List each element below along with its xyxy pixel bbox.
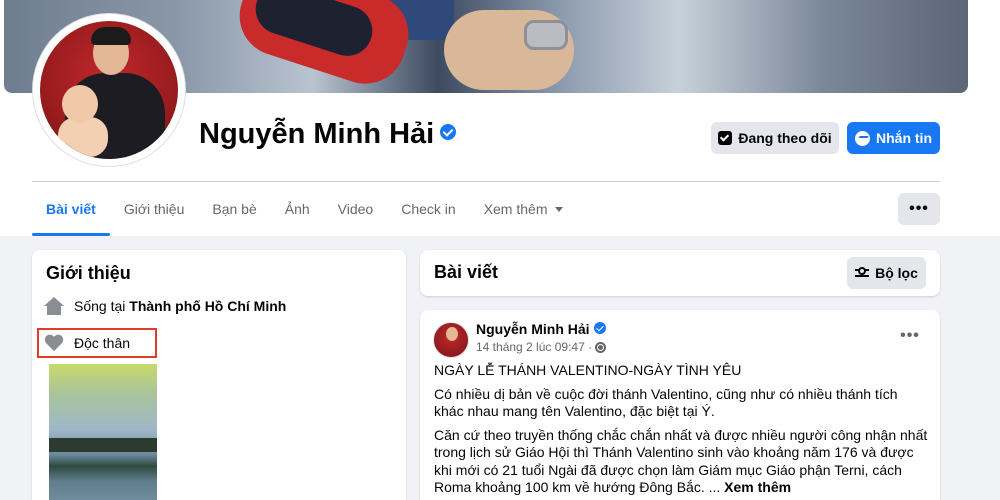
posts-header-card: Bài viết Bộ lọc <box>420 250 940 296</box>
intro-featured-photo[interactable] <box>49 364 157 500</box>
following-button-label: Đang theo dõi <box>738 130 832 146</box>
photo-shoreline <box>49 438 157 452</box>
intro-lives-in: Sống tại Thành phố Hồ Chí Minh <box>44 294 286 318</box>
filter-icon <box>855 267 870 279</box>
avatar-baby-head <box>62 85 98 123</box>
verified-badge-icon <box>593 322 606 335</box>
globe-icon <box>595 341 607 353</box>
tab-posts-label: Bài viết <box>46 201 96 217</box>
tab-checkins[interactable]: Check in <box>387 182 469 236</box>
caret-down-icon <box>554 206 563 212</box>
filter-button-label: Bộ lọc <box>875 265 918 281</box>
profile-header: Nguyễn Minh Hải Đang theo dõi Nhắn tin B… <box>0 0 1000 236</box>
message-button-label: Nhắn tin <box>876 130 932 146</box>
tab-photos[interactable]: Ảnh <box>271 182 324 236</box>
tab-photos-label: Ảnh <box>284 201 310 217</box>
heart-icon <box>44 334 64 352</box>
intro-lives-in-text: Sống tại Thành phố Hồ Chí Minh <box>74 298 286 314</box>
tab-friends[interactable]: Bạn bè <box>198 182 270 236</box>
relationship-status: Độc thân <box>74 335 131 351</box>
more-dots-icon: ••• <box>909 200 929 217</box>
cover-watch-shape <box>524 20 568 50</box>
post-menu-button[interactable]: ••• <box>890 324 930 348</box>
profile-tabs: Bài viết Giới thiệu Bạn bè Ảnh Video Che… <box>32 182 577 236</box>
tab-checkins-label: Check in <box>401 201 456 217</box>
post-paragraph-2: Căn cứ theo truyền thống chắc chắn nhất … <box>434 427 930 497</box>
post-body: NGÀY LỄ THÁNH VALENTINO-NGÀY TÌNH YÊU Có… <box>434 362 930 500</box>
post-paragraph-2-text: Căn cứ theo truyền thống chắc chắn nhất … <box>434 426 928 496</box>
post-meta: 14 tháng 2 lúc 09:47 · <box>476 340 607 354</box>
profile-avatar[interactable] <box>40 21 178 159</box>
tab-videos[interactable]: Video <box>324 182 388 236</box>
tab-more[interactable]: Xem thêm <box>470 182 577 236</box>
profile-name: Nguyễn Minh Hải <box>199 118 457 151</box>
post-author: Nguyễn Minh Hải <box>476 321 606 337</box>
lives-in-city-link[interactable]: Thành phố Hồ Chí Minh <box>129 298 286 314</box>
posts-title: Bài viết <box>434 262 499 282</box>
tab-more-label: Xem thêm <box>483 201 548 217</box>
following-button[interactable]: Đang theo dõi <box>711 122 839 154</box>
filter-button[interactable]: Bộ lọc <box>847 257 926 289</box>
tab-friends-label: Bạn bè <box>212 201 257 217</box>
home-icon <box>44 297 64 315</box>
tab-about[interactable]: Giới thiệu <box>110 182 199 236</box>
intro-relationship: Độc thân <box>44 331 130 355</box>
avatar-baby-body <box>58 117 108 157</box>
post-card: Nguyễn Minh Hải 14 tháng 2 lúc 09:47 · •… <box>420 310 940 500</box>
tab-videos-label: Video <box>337 201 374 217</box>
post-author-name[interactable]: Nguyễn Minh Hải <box>476 321 590 337</box>
post-heading: NGÀY LỄ THÁNH VALENTINO-NGÀY TÌNH YÊU <box>434 362 742 378</box>
verified-badge-icon <box>440 124 457 141</box>
intro-card: Giới thiệu Sống tại Thành phố Hồ Chí Min… <box>32 250 406 500</box>
post-paragraph-1: Có nhiều dị bản về cuộc đời thánh Valent… <box>434 385 898 420</box>
see-more-link[interactable]: Xem thêm <box>724 479 791 495</box>
following-check-icon <box>718 131 733 145</box>
tab-posts[interactable]: Bài viết <box>32 182 110 236</box>
profile-name-text: Nguyễn Minh Hải <box>199 118 435 150</box>
intro-title: Giới thiệu <box>46 263 131 283</box>
message-button[interactable]: Nhắn tin <box>847 122 940 154</box>
messenger-icon <box>855 130 870 146</box>
avatar-man-hair <box>91 27 131 45</box>
lives-in-prefix: Sống tại <box>74 298 126 314</box>
post-timestamp[interactable]: 14 tháng 2 lúc 09:47 · <box>476 340 592 354</box>
profile-more-button[interactable]: ••• <box>898 193 940 225</box>
tab-about-label: Giới thiệu <box>123 201 185 217</box>
post-author-avatar[interactable] <box>433 322 469 358</box>
